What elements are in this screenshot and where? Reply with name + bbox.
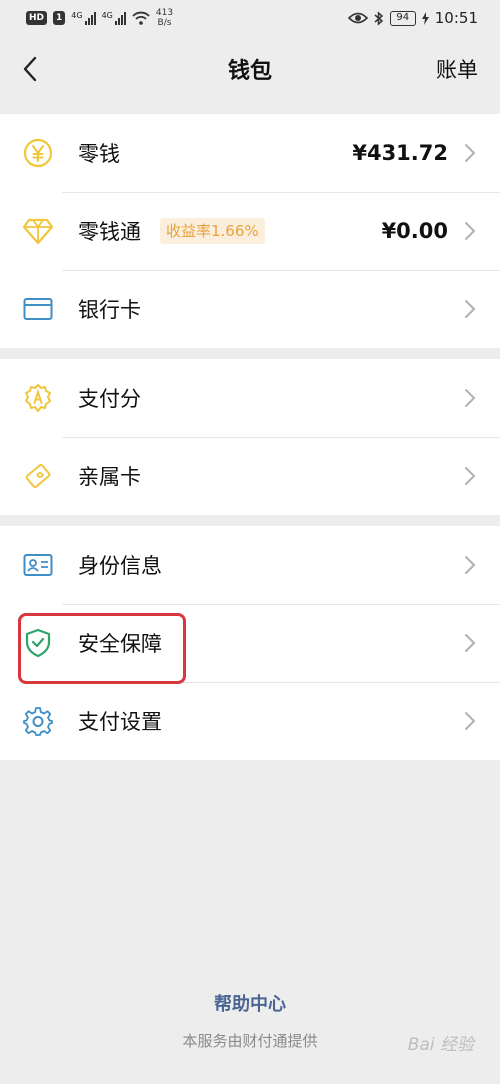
- back-button[interactable]: [16, 52, 44, 86]
- row-pay-settings[interactable]: 支付设置: [0, 682, 500, 760]
- chevron-right-icon: [464, 299, 478, 319]
- chevron-right-icon: [464, 711, 478, 731]
- chevron-right-icon: [464, 555, 478, 575]
- family-card-icon: [22, 460, 54, 492]
- nav-bar: 钱包 账单: [0, 36, 500, 102]
- network-type-2: 4G: [101, 11, 113, 20]
- pay-score-icon: [22, 382, 54, 414]
- network-speed-unit: B/s: [157, 18, 172, 28]
- row-lingqiantong[interactable]: 零钱通 收益率1.66% ¥0.00: [0, 192, 500, 270]
- row-bank-card-label: 银行卡: [78, 298, 141, 322]
- status-left: HD 1 4G 4G 413 B/s: [26, 8, 173, 28]
- row-family-card[interactable]: 亲属卡: [0, 437, 500, 515]
- charging-icon: [421, 11, 429, 25]
- gear-icon: [22, 705, 54, 737]
- row-pay-score[interactable]: 支付分: [0, 359, 500, 437]
- sim-badge: 1: [53, 11, 66, 25]
- status-right: 94 10:51: [347, 9, 478, 27]
- shield-check-icon: [22, 627, 54, 659]
- bluetooth-icon: [374, 10, 383, 26]
- watermark: Bai 经验: [407, 1035, 474, 1055]
- row-security-label: 安全保障: [78, 632, 162, 656]
- chevron-right-icon: [464, 633, 478, 653]
- network-speed-value: 413: [155, 8, 174, 18]
- chevron-right-icon: [464, 388, 478, 408]
- row-bank-card[interactable]: 银行卡: [0, 270, 500, 348]
- help-center-link[interactable]: 帮助中心: [0, 990, 500, 1016]
- wallet-group-settings: 身份信息 安全保障 支付设置: [0, 526, 500, 760]
- battery-level: 94: [396, 12, 410, 23]
- bank-card-icon: [22, 293, 54, 325]
- wallet-group-credit: 支付分 亲属卡: [0, 359, 500, 515]
- diamond-icon: [22, 215, 54, 247]
- hd-badge: HD: [26, 11, 48, 25]
- row-identity[interactable]: 身份信息: [0, 526, 500, 604]
- row-family-card-label: 亲属卡: [78, 465, 141, 489]
- row-identity-label: 身份信息: [78, 554, 162, 578]
- row-security[interactable]: 安全保障: [0, 604, 500, 682]
- network-speed: 413 B/s: [156, 8, 173, 28]
- row-pay-settings-label: 支付设置: [78, 710, 162, 734]
- row-lingqiantong-label: 零钱通: [78, 220, 141, 244]
- clock: 10:51: [434, 9, 478, 27]
- network-type-1: 4G: [71, 11, 83, 20]
- wifi-icon: [132, 11, 150, 25]
- chevron-right-icon: [464, 143, 478, 163]
- yuan-coin-icon: [22, 137, 54, 169]
- status-bar: HD 1 4G 4G 413 B/s 94 10:51: [0, 0, 500, 36]
- row-change[interactable]: 零钱 ¥431.72: [0, 114, 500, 192]
- yield-rate-badge: 收益率1.66%: [160, 218, 265, 244]
- row-change-value: ¥431.72: [352, 141, 448, 165]
- eye-icon: [347, 12, 368, 24]
- bill-button[interactable]: 账单: [436, 54, 478, 84]
- row-pay-score-label: 支付分: [78, 387, 141, 411]
- id-card-icon: [22, 549, 54, 581]
- chevron-right-icon: [464, 466, 478, 486]
- row-change-label: 零钱: [78, 142, 120, 166]
- chevron-left-icon: [23, 56, 37, 82]
- signal-1-icon: 4G: [71, 11, 96, 25]
- page-title: 钱包: [227, 59, 272, 84]
- wallet-group-balance: 零钱 ¥431.72 零钱通 收益率1.66% ¥0.00 银行卡: [0, 114, 500, 348]
- row-lingqiantong-value: ¥0.00: [381, 219, 448, 243]
- signal-2-icon: 4G: [102, 11, 126, 25]
- battery-icon: 94: [389, 10, 416, 26]
- chevron-right-icon: [464, 221, 478, 241]
